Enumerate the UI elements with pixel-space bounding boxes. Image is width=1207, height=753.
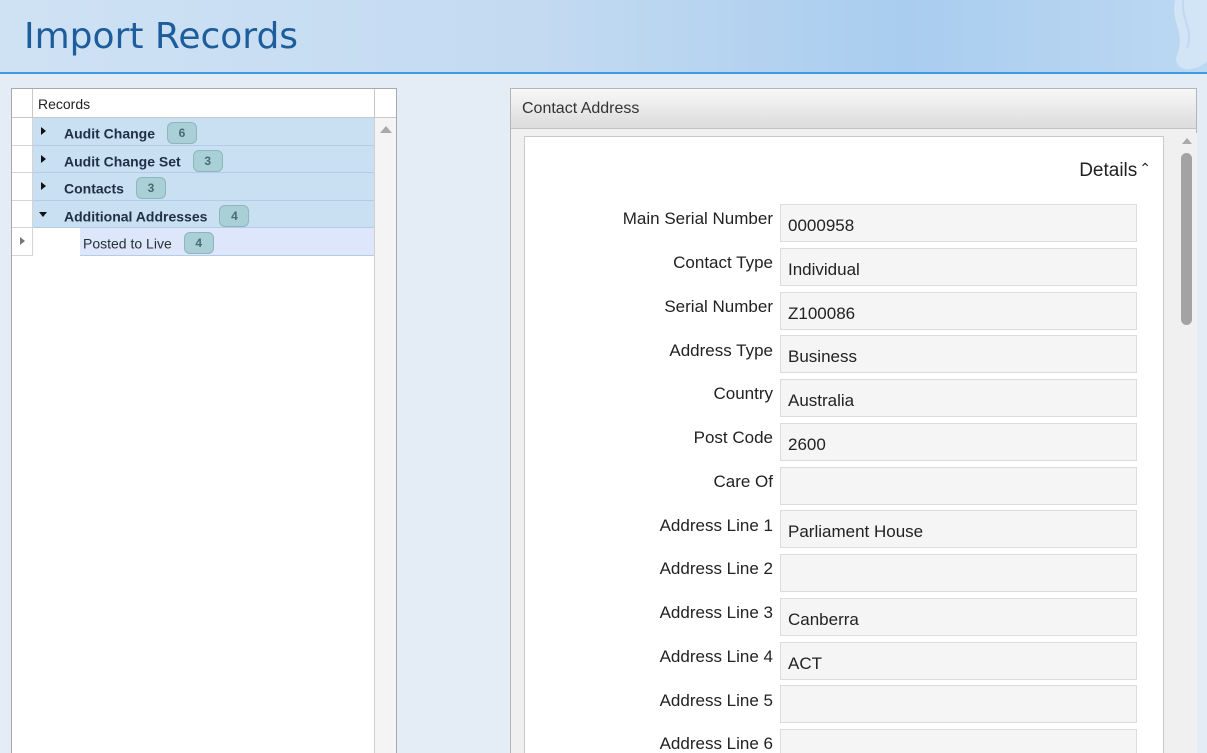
count-badge: 6 bbox=[167, 122, 197, 144]
tree-row-label: Additional Addresses bbox=[64, 208, 208, 225]
details-scrollbar[interactable] bbox=[1177, 133, 1197, 753]
row-gutter bbox=[12, 145, 33, 174]
count-badge: 4 bbox=[219, 204, 250, 227]
triangle-down-icon[interactable] bbox=[39, 211, 47, 217]
chevron-up-icon: ⌃ bbox=[1139, 160, 1151, 176]
country-label: Country bbox=[713, 384, 773, 403]
post-code-label: Post Code bbox=[693, 428, 773, 447]
tree-row-contacts[interactable]: Contacts 3 bbox=[12, 173, 374, 201]
scrollbar-thumb[interactable] bbox=[1181, 153, 1192, 325]
triangle-right-icon[interactable] bbox=[41, 182, 46, 191]
country-field[interactable] bbox=[780, 379, 1137, 417]
tree-row-body[interactable]: Additional Addresses 4 bbox=[33, 200, 374, 229]
triangle-right-icon[interactable] bbox=[41, 127, 46, 135]
count-badge: 3 bbox=[192, 149, 223, 172]
panel-title-bar: Contact Address bbox=[511, 89, 1196, 129]
details-label: Details bbox=[1079, 160, 1138, 181]
care-of-label: Care Of bbox=[713, 472, 773, 491]
post-code-field[interactable] bbox=[780, 423, 1137, 461]
panel-title: Contact Address bbox=[522, 100, 640, 117]
details-toggle[interactable]: Details ⌃ bbox=[1079, 160, 1151, 182]
contact-type-label: Contact Type bbox=[673, 253, 773, 272]
serial-number-field[interactable] bbox=[780, 292, 1137, 330]
contact-address-panel: Contact Address Details ⌃ Main Serial Num… bbox=[510, 88, 1197, 753]
details-form: Details⌃ Main Serial Number Contact Type… bbox=[524, 136, 1164, 753]
main-serial-number-label: Main Serial Number bbox=[622, 209, 773, 228]
address-line-6-label: Address Line 6 bbox=[659, 734, 773, 753]
tree-row-label: Audit Change bbox=[64, 125, 155, 142]
tree-row-label: Audit Change Set bbox=[64, 153, 181, 170]
tree-row-audit-change-set[interactable]: Audit Change Set 3 bbox=[12, 145, 374, 174]
records-tree: Records Audit Change 6 Audit Change Set 3 bbox=[11, 88, 397, 753]
tree-row-label: Contacts bbox=[64, 180, 124, 197]
care-of-field[interactable] bbox=[780, 467, 1137, 505]
row-gutter bbox=[12, 200, 33, 229]
address-line-2-field[interactable] bbox=[780, 554, 1137, 592]
tree-header-scroll-gutter bbox=[374, 89, 396, 117]
tree-header-gutter bbox=[12, 89, 33, 117]
address-line-2-label: Address Line 2 bbox=[659, 559, 773, 578]
count-badge: 4 bbox=[183, 232, 214, 255]
address-line-1-label: Address Line 1 bbox=[659, 516, 773, 535]
address-line-4-field[interactable] bbox=[780, 642, 1137, 680]
count-badge: 3 bbox=[135, 177, 166, 200]
tree-row-body[interactable]: Audit Change 6 bbox=[33, 118, 374, 146]
address-line-3-field[interactable] bbox=[780, 598, 1137, 636]
main-serial-number-field[interactable] bbox=[780, 204, 1137, 242]
tree-row-posted-to-live[interactable]: Posted to Live 4 bbox=[12, 228, 374, 256]
tree-rows: Audit Change 6 Audit Change Set 3 Contacts… bbox=[12, 118, 374, 256]
address-line-1-field[interactable] bbox=[780, 510, 1137, 548]
address-line-5-label: Address Line 5 bbox=[659, 691, 773, 710]
app-header: Import Records bbox=[0, 0, 1207, 74]
tree-row-label: Posted to Live bbox=[83, 236, 172, 253]
address-type-field[interactable] bbox=[780, 335, 1137, 373]
tree-scrollbar[interactable] bbox=[374, 118, 396, 753]
address-line-6-field[interactable] bbox=[780, 729, 1137, 753]
address-line-3-label: Address Line 3 bbox=[659, 603, 773, 622]
address-line-4-label: Address Line 4 bbox=[659, 647, 773, 666]
tree-row-additional-addresses[interactable]: Additional Addresses 4 bbox=[12, 200, 374, 229]
serial-number-label: Serial Number bbox=[664, 297, 773, 316]
tree-row-audit-change[interactable]: Audit Change 6 bbox=[12, 118, 374, 146]
tree-row-body[interactable]: Posted to Live 4 bbox=[80, 228, 374, 256]
page-title: Import Records bbox=[24, 16, 299, 57]
row-gutter[interactable] bbox=[12, 228, 33, 256]
tree-column-header: Records bbox=[12, 89, 396, 118]
scroll-up-arrow-icon[interactable] bbox=[380, 126, 392, 133]
address-line-5-field[interactable] bbox=[780, 685, 1137, 723]
row-gutter bbox=[12, 173, 33, 201]
tree-header-label: Records bbox=[38, 96, 91, 112]
row-selector-arrow-icon bbox=[20, 237, 25, 246]
tree-row-body[interactable]: Contacts 3 bbox=[33, 173, 374, 201]
contact-type-field[interactable] bbox=[780, 248, 1137, 286]
scroll-up-arrow-icon[interactable] bbox=[1182, 138, 1192, 144]
triangle-right-icon[interactable] bbox=[41, 154, 46, 163]
row-gutter bbox=[12, 118, 33, 146]
tree-row-body[interactable]: Audit Change Set 3 bbox=[33, 145, 374, 174]
address-type-label: Address Type bbox=[669, 341, 773, 360]
header-decoration bbox=[1137, 0, 1207, 72]
